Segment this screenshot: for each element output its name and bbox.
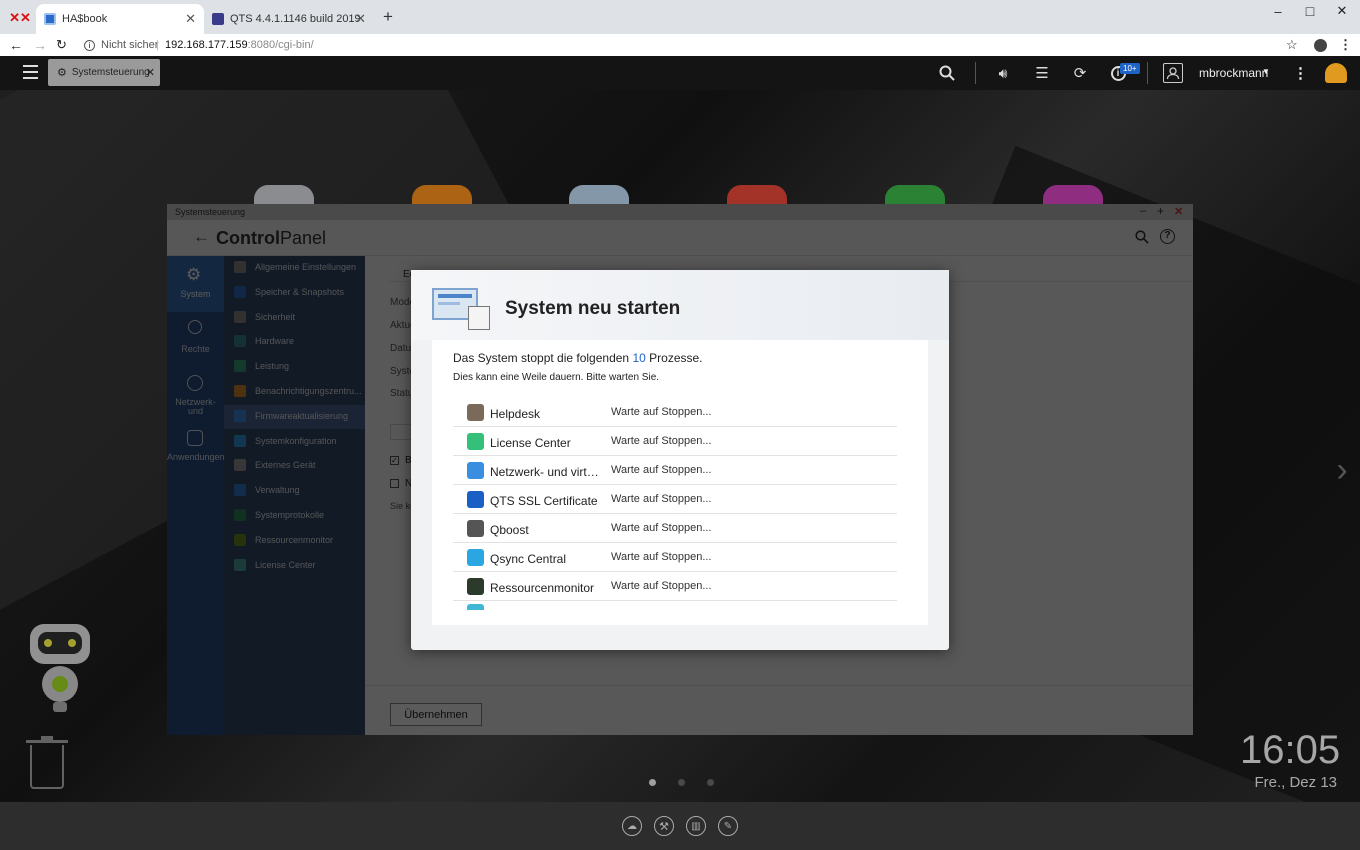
external-device-icon[interactable]: ⟳ [1070, 63, 1090, 83]
tab-close-icon[interactable]: ✕ [185, 11, 196, 27]
chevron-down-icon[interactable]: ▼ [1262, 67, 1270, 76]
maximize-window-button[interactable]: □ [1302, 3, 1318, 19]
browser-tab-hasbook[interactable]: HA$book ✕ [36, 4, 204, 34]
clock-time: 16:05 [1240, 728, 1341, 772]
minimize-window-button[interactable]: – [1270, 3, 1286, 19]
process-status: Warte auf Stoppen... [611, 435, 712, 447]
process-row-partial [467, 604, 484, 610]
dialog-subtitle: Dies kann eine Weile dauern. Bitte warte… [453, 372, 660, 383]
notes-icon[interactable]: ✎ [718, 816, 738, 836]
process-status: Warte auf Stoppen... [611, 580, 712, 592]
url-input[interactable]: 192.168.177.159:8080/cgi-bin/ [165, 39, 314, 51]
qts-top-bar: ⚙ Systemsteuerung ✕ 🔊︎ ☰ ⟳ i 10+ mbrockm… [0, 56, 1360, 90]
page-indicator-dot[interactable] [707, 779, 714, 786]
more-options-icon[interactable]: ⋮ [1293, 64, 1308, 82]
process-list[interactable]: Helpdesk Warte auf Stoppen... License Cent… [432, 398, 928, 610]
url-path: :8080/cgi-bin/ [247, 39, 314, 51]
process-name: Helpdesk [490, 407, 541, 421]
columns-icon[interactable]: ▥ [686, 816, 706, 836]
process-status: Warte auf Stoppen... [611, 522, 712, 534]
gear-icon: ⚙ [57, 67, 67, 79]
process-row: License Center Warte auf Stoppen... [453, 427, 897, 456]
dashboard-gauge-icon[interactable] [1325, 63, 1347, 83]
process-name: Qboost [490, 523, 529, 537]
process-status: Warte auf Stoppen... [611, 464, 712, 476]
process-status: Warte auf Stoppen... [611, 551, 712, 563]
process-row: Qsync Central Warte auf Stoppen... [453, 543, 897, 572]
process-name: QTS SSL Certificate [490, 494, 598, 508]
bookmark-star-icon[interactable]: ☆ [1286, 37, 1298, 53]
user-avatar-icon[interactable] [1163, 63, 1183, 83]
toolbar-divider [1147, 62, 1148, 84]
process-status: Warte auf Stoppen... [611, 406, 712, 418]
process-app-icon [467, 404, 484, 421]
page-indicator-dot[interactable] [678, 779, 685, 786]
process-row: Qboost Warte auf Stoppen... [453, 514, 897, 543]
process-app-icon [467, 578, 484, 595]
process-app-icon [467, 549, 484, 566]
close-window-button[interactable]: ✕ [1334, 3, 1350, 19]
taskbar-app-systemsteuerung[interactable]: ⚙ Systemsteuerung ✕ [48, 59, 160, 86]
close-icon[interactable]: ✕ [146, 66, 155, 79]
bottom-dock: ☁ ⚒ ▥ ✎ [0, 802, 1360, 850]
forward-icon[interactable]: → [33, 37, 47, 53]
account-icon[interactable] [1314, 38, 1327, 52]
restart-server-icon [432, 288, 490, 330]
browser-menu-icon[interactable]: ⋮ [1339, 37, 1352, 53]
intro-after: Prozesse. [649, 351, 703, 365]
process-status: Warte auf Stoppen... [611, 493, 712, 505]
process-row: Netzwerk- und virtuell... Warte auf Stopp… [453, 456, 897, 485]
clock-date: Fre., Dez 13 [1254, 774, 1337, 791]
process-row: Ressourcenmonitor Warte auf Stoppen... [453, 572, 897, 601]
trash-icon[interactable] [26, 736, 68, 790]
search-icon[interactable] [938, 64, 956, 82]
dialog-header: System neu starten [411, 270, 949, 340]
main-menu-icon[interactable] [22, 65, 38, 79]
background-tasks-icon[interactable]: ☰ [1032, 63, 1052, 83]
process-app-icon [467, 433, 484, 450]
notification-badge: 10+ [1120, 63, 1140, 74]
volume-icon[interactable]: 🔊︎ [993, 63, 1013, 83]
security-label[interactable]: Nicht sicher [101, 39, 158, 51]
tab-close-icon[interactable]: ✕ [355, 11, 366, 27]
tab-title: QTS 4.4.1.1146 build 20191206 | [230, 13, 360, 25]
back-icon[interactable]: ← [9, 37, 23, 53]
process-name: Netzwerk- und virtuell... [490, 465, 605, 479]
reload-icon[interactable]: ↻ [56, 37, 67, 53]
process-app-icon [467, 462, 484, 479]
process-name: License Center [490, 436, 571, 450]
process-name: Qsync Central [490, 552, 567, 566]
hasbook-favicon [44, 13, 56, 25]
address-bar: ← → ↻ i Nicht sicher | 192.168.177.159:8… [0, 34, 1360, 56]
dialog-intro: Das System stoppt die folgenden 10 Proze… [453, 351, 703, 365]
browser-tab-qts[interactable]: QTS 4.4.1.1146 build 20191206 | ✕ [204, 4, 374, 34]
toolbar-divider [975, 62, 976, 84]
process-app-icon [467, 491, 484, 508]
restart-dialog: System neu starten Das System stoppt die… [411, 270, 949, 650]
info-icon: i [84, 39, 95, 51]
process-name: Ressourcenmonitor [490, 581, 595, 595]
dialog-body: Das System stoppt die folgenden 10 Proze… [432, 340, 928, 625]
page-indicator-dot[interactable] [649, 779, 656, 786]
robot-icon[interactable] [22, 622, 98, 714]
cloud-icon[interactable]: ☁ [622, 816, 642, 836]
process-row: Helpdesk Warte auf Stoppen... [453, 398, 897, 427]
desktop: › 16:05 Fre., Dez 13 Systemsteuerung – +… [0, 90, 1360, 802]
new-tab-button[interactable]: + [380, 7, 396, 26]
process-row: QTS SSL Certificate Warte auf Stoppen... [453, 485, 897, 514]
username[interactable]: mbrockmann [1199, 66, 1268, 80]
dialog-title: System neu starten [505, 298, 681, 319]
intro-before: Das System stoppt die folgenden [453, 351, 630, 365]
process-count: 10 [632, 351, 646, 365]
next-page-icon[interactable]: › [1330, 450, 1354, 490]
browser-app-icon[interactable]: ✕✕ [9, 10, 31, 26]
url-host: 192.168.177.159 [165, 39, 248, 51]
qts-favicon [212, 13, 224, 25]
process-app-icon [467, 520, 484, 537]
taskbar-app-label: Systemsteuerung [71, 67, 150, 78]
tab-title: HA$book [62, 13, 108, 25]
tools-icon[interactable]: ⚒ [654, 816, 674, 836]
url-divider: | [156, 39, 159, 51]
browser-tab-bar: ✕✕ HA$book ✕ QTS 4.4.1.1146 build 201912… [0, 0, 1360, 34]
